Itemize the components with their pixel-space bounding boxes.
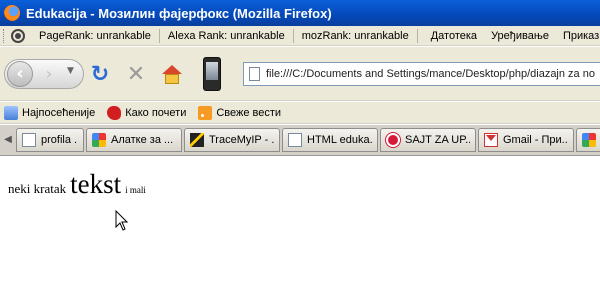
tab-profila[interactable]: profila ... [16, 128, 84, 152]
bookmark-label: Свеже вести [216, 106, 282, 119]
mobile-phone-icon[interactable] [203, 57, 221, 91]
tab-label: TraceMyIP - ... [209, 134, 274, 146]
folder-bookmark-icon [4, 105, 18, 120]
tab-google[interactable]: G [576, 128, 600, 152]
tab-label: SAJT ZA UP... [405, 134, 470, 146]
tracemyip-icon [190, 133, 204, 147]
navigation-toolbar: ‹ › ▼ ↻ ✕ file:///C:/Documents and Setti… [0, 47, 600, 101]
window-title: Edukacija - Мозилин фајерфокс (Mozilla F… [26, 5, 332, 21]
stop-icon[interactable]: ✕ [124, 63, 148, 87]
forward-button[interactable]: › [39, 64, 59, 84]
tab-label: Алатке за ... [111, 134, 174, 146]
bookmark-label: Како почети [125, 106, 187, 119]
page-icon [249, 67, 260, 81]
bookmarks-toolbar: Најпосећеније Како почети Свеже вести [0, 102, 600, 124]
reload-icon[interactable]: ↻ [88, 63, 112, 87]
url-text[interactable]: file:///C:/Documents and Settings/mance/… [266, 68, 595, 80]
home-icon[interactable] [160, 63, 184, 87]
firefox-icon [4, 5, 20, 21]
history-dropdown-icon[interactable]: ▼ [67, 66, 74, 76]
tab-label: HTML eduka... [307, 134, 372, 146]
menu-view[interactable]: Приказ [556, 30, 600, 42]
menu-edit[interactable]: Уређивање [484, 30, 556, 42]
text-big: tekst [70, 169, 122, 199]
tab-scroll-left-icon[interactable]: ◀ [2, 128, 14, 152]
text-small: neki kratak [8, 181, 67, 196]
bookmark-label: Најпосећеније [22, 106, 96, 119]
pagerank-indicator[interactable]: PageRank: unrankable [31, 28, 160, 43]
tab-gmail[interactable]: Gmail - При... [478, 128, 574, 152]
tab-label: profila ... [41, 134, 78, 146]
firefox-bird-icon [107, 105, 122, 120]
window-titlebar: Edukacija - Мозилин фајерфокс (Mozilla F… [0, 0, 600, 26]
blank-page-icon [288, 133, 302, 147]
page-content: neki kratak tekst i mali [0, 157, 600, 307]
alexa-rank-indicator[interactable]: Alexa Rank: unrankable [160, 28, 294, 43]
bookmark-latest-headlines[interactable]: Свеже вести [198, 105, 282, 120]
tab-sajt-za-up[interactable]: SAJT ZA UP... [380, 128, 476, 152]
toolbar-grip[interactable] [3, 28, 6, 43]
google-icon [92, 133, 106, 147]
menu-toolbar: PageRank: unrankable Alexa Rank: unranka… [0, 26, 600, 46]
gmail-icon [484, 133, 498, 147]
tab-tracemyip[interactable]: TraceMyIP - ... [184, 128, 280, 152]
menu-file[interactable]: Датотека [424, 30, 484, 42]
text-tiny: i mali [125, 185, 146, 195]
tab-html-edukacija[interactable]: HTML eduka... [282, 128, 378, 152]
rss-feed-icon [198, 105, 213, 120]
tab-label: Gmail - При... [503, 134, 568, 146]
mouse-cursor-icon [115, 210, 129, 231]
url-bar[interactable]: file:///C:/Documents and Settings/mance/… [243, 62, 600, 86]
back-forward-group: ‹ › ▼ [4, 59, 84, 89]
back-button[interactable]: ‹ [7, 61, 33, 87]
sample-text: neki kratak tekst i mali [8, 169, 146, 200]
tab-bar: ◀ profila ... Алатке за ... TraceMyIP - … [0, 125, 600, 156]
bookmark-getting-started[interactable]: Како почети [107, 105, 187, 120]
bookmark-most-visited[interactable]: Најпосећеније [4, 105, 96, 120]
heart-site-icon [386, 133, 400, 147]
blank-page-icon [22, 133, 36, 147]
seo-toolbar-icon[interactable] [11, 28, 25, 43]
google-icon [582, 133, 596, 147]
tab-alatke[interactable]: Алатке за ... [86, 128, 182, 152]
mozrank-indicator[interactable]: mozRank: unrankable [294, 28, 418, 43]
